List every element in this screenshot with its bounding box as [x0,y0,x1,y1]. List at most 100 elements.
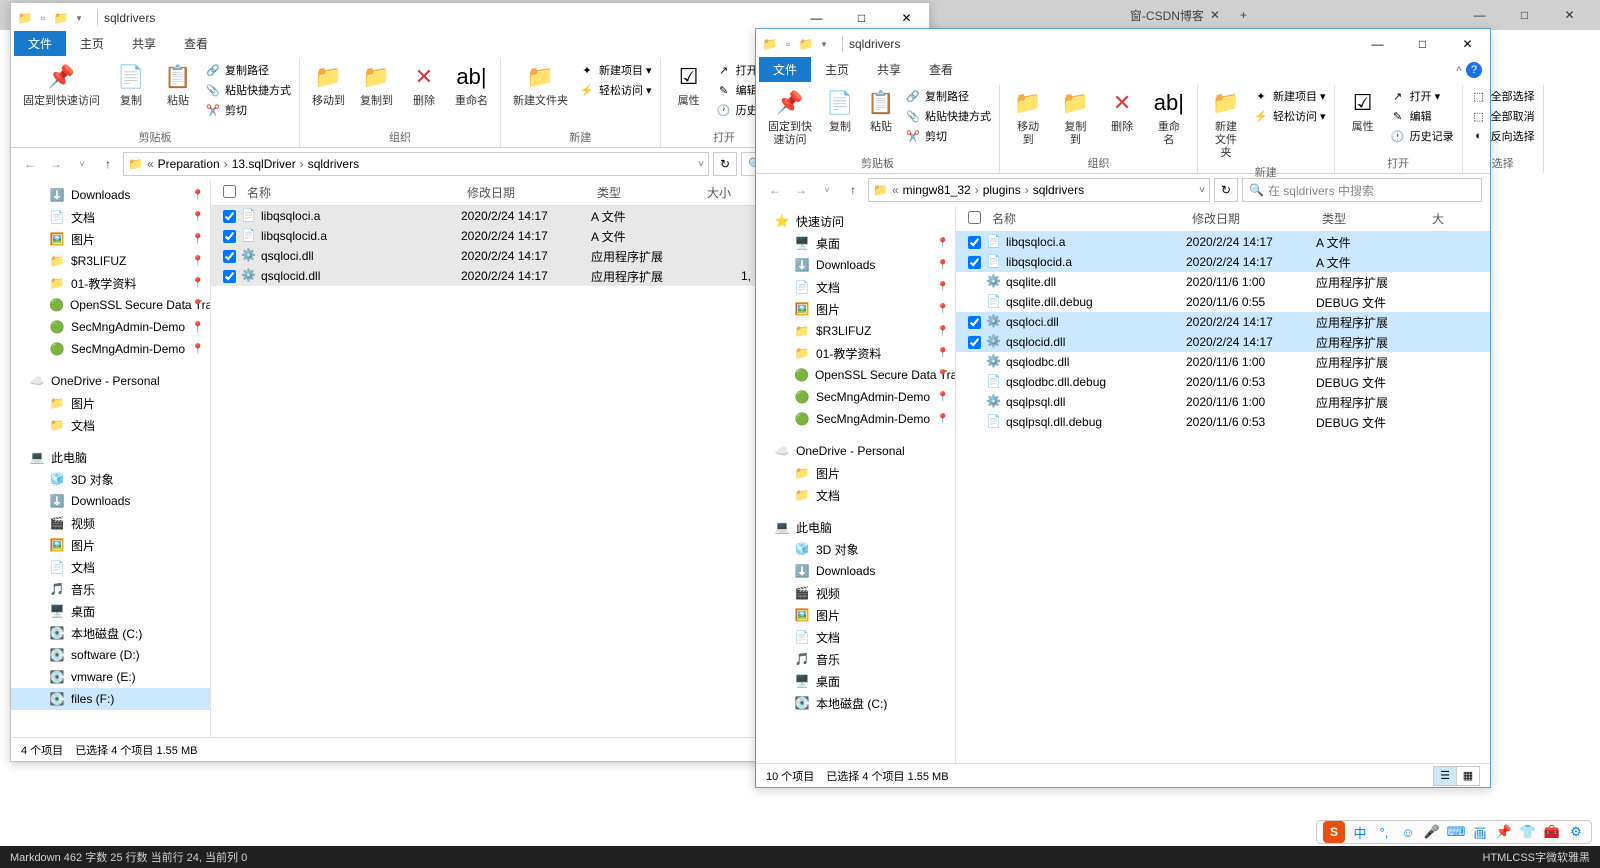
ribbon-item[interactable]: ✂️剪切 [203,101,293,119]
ribbon-item[interactable]: ✦新建项目 ▾ [1251,87,1328,105]
chevron-down-icon[interactable]: ˅ [698,159,704,170]
qat-icon[interactable]: 📁 [53,10,69,26]
ribbon-新建文件夹-button[interactable]: 📁新建文件夹 [507,59,574,127]
ime-mic-icon[interactable]: 🎤 [1423,823,1441,841]
select-all-checkbox[interactable] [968,211,981,224]
ribbon-属性-button[interactable]: ☑属性 [1341,85,1385,153]
col-size[interactable]: 大 [1426,210,1456,227]
address-box[interactable]: 📁 «Preparation›13.sqlDriver›sqldrivers ˅ [123,152,709,176]
ribbon-item[interactable]: ✎编辑 [1388,107,1456,125]
nav-item[interactable]: 🎵音乐 [756,648,955,670]
qat-dropdown-icon[interactable]: ▾ [71,10,87,26]
nav-item[interactable]: 📁文档 [11,414,210,436]
ribbon-item[interactable]: 🕐历史记录 [1388,127,1456,145]
nav-item[interactable]: 🖼️图片📍 [756,298,955,320]
nav-item[interactable]: 🎵音乐 [11,578,210,600]
nav-item[interactable]: 🟢SecMngAdmin-Demo📍 [11,338,210,360]
ime-skin-icon[interactable]: 👕 [1519,823,1537,841]
nav-item[interactable]: 🖥️桌面 [756,670,955,692]
nav-item[interactable]: 🧊3D 对象 [756,538,955,560]
max-button[interactable]: □ [1400,29,1445,59]
file-row[interactable]: 📄libqsqlocid.a 2020/2/24 14:17 A 文件 [956,252,1490,272]
ribbon-collapse-icon[interactable]: ˄ [1456,64,1462,75]
crumb[interactable]: sqldrivers [308,157,359,171]
refresh-button[interactable]: ↻ [713,152,737,176]
ribbon-item[interactable]: ⬚全部选择 [1469,87,1537,105]
ime-settings-icon[interactable]: ⚙ [1567,823,1585,841]
nav-item[interactable]: 💽software (D:) [11,644,210,666]
ribbon-item[interactable]: ⚡轻松访问 ▾ [577,81,654,99]
nav-item[interactable]: 📁01-教学资料📍 [11,272,210,294]
file-row[interactable]: 📄qsqlite.dll.debug 2020/11/6 0:55 DEBUG … [956,292,1490,312]
select-all-checkbox[interactable] [223,185,236,198]
qat-dropdown-icon[interactable]: ▾ [816,36,832,52]
nav-item[interactable]: 📁$R3LIFUZ📍 [11,250,210,272]
ime-sogou-icon[interactable]: S [1323,821,1345,843]
ribbon-删除-button[interactable]: ✕删除 [402,59,446,127]
nav-item[interactable]: ☁️OneDrive - Personal [756,440,955,462]
back-button[interactable]: ← [764,179,786,201]
column-headers[interactable]: 名称 修改日期 类型 大 [956,206,1490,232]
nav-item[interactable]: 📁文档 [756,484,955,506]
ribbon-item[interactable]: ◐反向选择 [1469,127,1537,145]
ime-lang[interactable]: 中 [1351,823,1369,841]
nav-item[interactable]: 💽本地磁盘 (C:) [756,692,955,714]
ribbon-固定到快速访问-button[interactable]: 📌固定到快速访问 [17,59,106,127]
ime-pin-icon[interactable]: 📌 [1495,823,1513,841]
nav-item[interactable]: 📄文档 [11,556,210,578]
nav-item[interactable]: 🟢SecMngAdmin-Demo📍 [756,408,955,430]
nav-item[interactable]: 📁图片 [756,462,955,484]
col-type[interactable]: 类型 [591,184,701,201]
ime-keyboard-icon[interactable]: ⌨ [1447,823,1465,841]
nav-item[interactable]: 💻此电脑 [756,516,955,538]
ribbon-item[interactable]: 🔗复制路径 [203,61,293,79]
tab-share[interactable]: 共享 [118,31,170,56]
col-name[interactable]: 名称 [241,184,461,201]
ribbon-复制到-button[interactable]: 📁复制到 [354,59,399,127]
ribbon-固定到快速访问-button[interactable]: 📌固定到快速访问 [762,85,818,153]
nav-item[interactable]: 💽files (F:) [11,688,210,710]
new-tab-button[interactable]: + [1230,2,1257,28]
icons-view-button[interactable]: ▦ [1456,766,1480,786]
nav-item[interactable]: ⬇️Downloads [756,560,955,582]
nav-item[interactable]: 🖼️图片 [756,604,955,626]
back-button[interactable]: ← [19,153,41,175]
details-view-button[interactable]: ☰ [1433,766,1457,786]
row-checkbox[interactable] [223,230,236,243]
nav-item[interactable]: 💽vmware (E:) [11,666,210,688]
ribbon-移动到-button[interactable]: 📁移动到 [306,59,351,127]
refresh-button[interactable]: ↻ [1214,178,1238,202]
min-button[interactable]: — [1355,29,1400,59]
nav-item[interactable]: 📁$R3LIFUZ📍 [756,320,955,342]
browser-max-button[interactable]: □ [1502,1,1547,29]
navigation-pane[interactable]: ⭐快速访问🖥️桌面📍⬇️Downloads📍📄文档📍🖼️图片📍📁$R3LIFUZ… [756,206,956,763]
crumb[interactable]: 13.sqlDriver [232,157,296,171]
nav-item[interactable]: 📄文档📍 [11,206,210,228]
nav-item[interactable]: 💽本地磁盘 (C:) [11,622,210,644]
titlebar[interactable]: 📁 ▫ 📁 ▾ sqldrivers — □ ✕ [756,29,1490,59]
ribbon-item[interactable]: ✦新建项目 ▾ [577,61,654,79]
crumb[interactable]: mingw81_32 [903,183,971,197]
col-size[interactable]: 大小 [701,184,751,201]
row-checkbox[interactable] [968,256,981,269]
tab-view[interactable]: 查看 [170,31,222,56]
chevron-down-icon[interactable]: ˅ [1199,185,1205,196]
crumb[interactable]: plugins [983,183,1021,197]
recent-dropdown[interactable]: ˅ [71,153,93,175]
nav-item[interactable]: 🎬视频 [11,512,210,534]
ribbon-item[interactable]: 📎粘贴快捷方式 [903,107,993,125]
ribbon-粘贴-button[interactable]: 📋粘贴 [862,85,900,153]
nav-item[interactable]: 📁图片 [11,392,210,414]
row-checkbox[interactable] [223,210,236,223]
forward-button[interactable]: → [790,179,812,201]
nav-item[interactable]: 📁01-教学资料📍 [756,342,955,364]
navigation-pane[interactable]: ⬇️Downloads📍📄文档📍🖼️图片📍📁$R3LIFUZ📍📁01-教学资料📍… [11,180,211,737]
nav-item[interactable]: ☁️OneDrive - Personal [11,370,210,392]
nav-item[interactable]: ⭐快速访问 [756,210,955,232]
ime-emoji-icon[interactable]: ☺ [1399,823,1417,841]
recent-dropdown[interactable]: ˅ [816,179,838,201]
nav-item[interactable]: 🖥️桌面📍 [756,232,955,254]
nav-item[interactable]: 🟢SecMngAdmin-Demo📍 [11,316,210,338]
nav-item[interactable]: 🟢OpenSSL Secure Data Tran📍 [756,364,955,386]
nav-item[interactable]: 🖼️图片 [11,534,210,556]
